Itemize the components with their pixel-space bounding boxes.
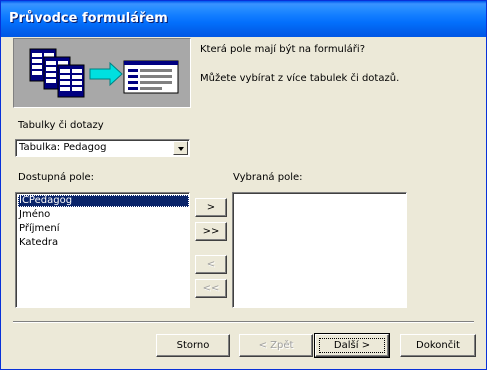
tables-select[interactable]: Tabulka: Pedagog — [15, 139, 190, 157]
intro-question: Která pole mají být na formuláři? — [200, 44, 365, 55]
window-title: Průvodce formulářem — [9, 11, 168, 26]
next-button-label: Další > — [333, 340, 371, 351]
tables-label: Tabulky či dotazy — [18, 120, 104, 131]
add-all-fields-button[interactable]: >> — [195, 222, 227, 241]
list-item-prijmeni[interactable]: Příjmení — [18, 223, 189, 235]
list-item-jmeno[interactable]: Jméno — [18, 209, 189, 221]
finish-button-label: Dokončit — [416, 340, 460, 351]
remove-all-fields-button[interactable]: << — [195, 279, 227, 298]
add-field-button-label: > — [206, 202, 216, 213]
cancel-button[interactable]: Storno — [156, 334, 230, 357]
remove-field-button-label: < — [206, 259, 216, 270]
form-wizard-dialog: Průvodce formulářem Která pole mají být … — [0, 0, 487, 370]
list-item-katedra[interactable]: Katedra — [18, 237, 189, 249]
back-button-label: < Zpět — [258, 340, 294, 351]
add-all-fields-button-label: >> — [202, 226, 220, 237]
remove-all-fields-button-label: << — [202, 283, 220, 294]
next-button[interactable]: Další > — [314, 333, 390, 358]
list-item-icpedagog[interactable]: ICPedagog — [18, 195, 189, 207]
chevron-down-icon[interactable] — [173, 141, 188, 155]
cancel-button-label: Storno — [176, 340, 210, 351]
wizard-banner — [13, 38, 191, 108]
tables-select-value: Tabulka: Pedagog — [19, 142, 107, 153]
title-bar[interactable]: Průvodce formulářem — [1, 1, 486, 37]
form-wizard-illustration-icon — [29, 48, 179, 98]
available-fields-list[interactable]: ICPedagog Jméno Příjmení Katedra — [15, 192, 190, 308]
add-field-button[interactable]: > — [195, 198, 227, 217]
remove-field-button[interactable]: < — [195, 255, 227, 274]
selected-fields-list[interactable] — [232, 192, 407, 308]
available-fields-label: Dostupná pole: — [18, 172, 95, 183]
footer-separator — [13, 321, 474, 323]
selected-fields-label: Vybraná pole: — [233, 172, 303, 183]
finish-button[interactable]: Dokončit — [400, 334, 476, 357]
back-button[interactable]: < Zpět — [239, 334, 313, 357]
intro-hint: Můžete vybírat z více tabulek či dotazů. — [200, 73, 400, 84]
